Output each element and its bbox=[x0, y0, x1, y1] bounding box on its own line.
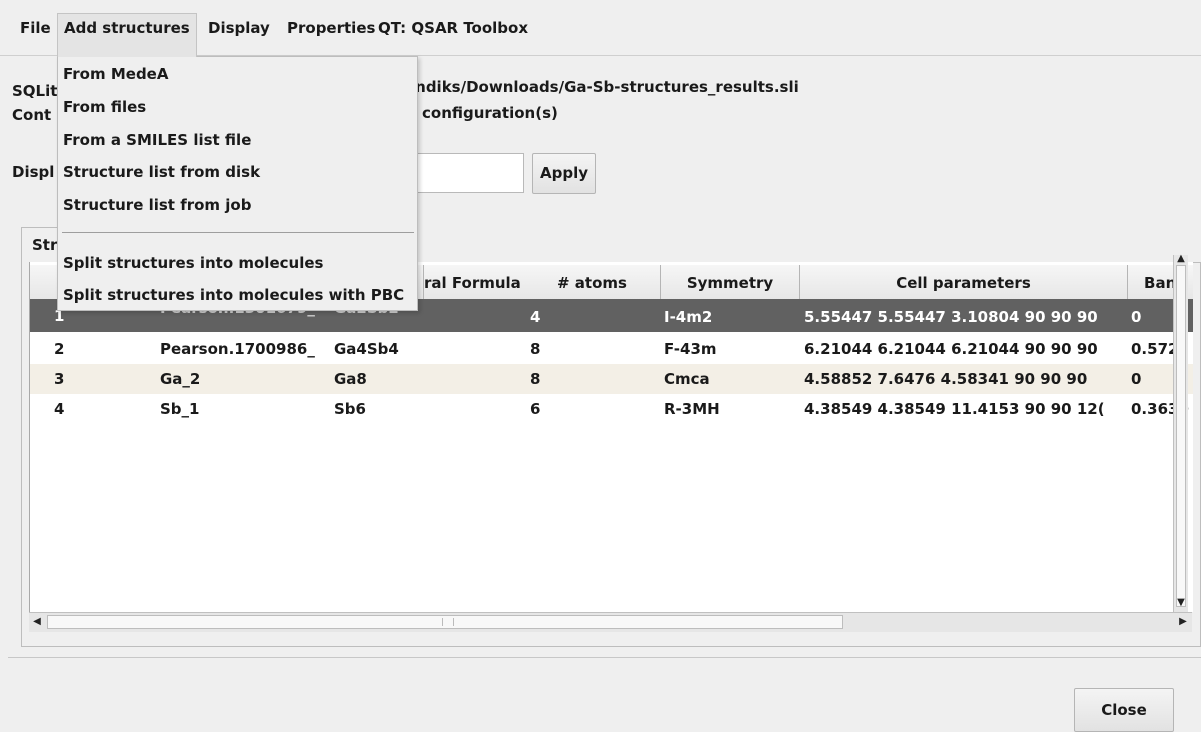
contains-label: Cont bbox=[12, 106, 52, 124]
db-path-label: SQLit bbox=[12, 82, 58, 100]
close-button[interactable]: Close bbox=[1074, 688, 1174, 732]
menu-item-from-files[interactable]: From files bbox=[63, 93, 146, 121]
cell-formula: Ga8 bbox=[334, 370, 367, 388]
cell-symmetry: Cmca bbox=[664, 370, 710, 388]
menu-item-structure-list-disk[interactable]: Structure list from disk bbox=[63, 158, 260, 186]
configuration-count: configuration(s) bbox=[422, 104, 558, 122]
cell-formula: Ga4Sb4 bbox=[334, 340, 399, 358]
cell-index: 4 bbox=[54, 400, 65, 418]
cell-symmetry: R-3MH bbox=[664, 400, 720, 418]
menu-item-structure-list-job[interactable]: Structure list from job bbox=[63, 191, 251, 219]
cell-cell-parameters: 5.55447 5.55447 3.10804 90 90 90 bbox=[804, 308, 1098, 326]
scroll-left-icon[interactable]: ◀ bbox=[30, 616, 44, 627]
scroll-right-icon[interactable]: ▶ bbox=[1176, 616, 1190, 627]
scroll-grip-icon bbox=[442, 618, 454, 626]
cell-atoms: 8 bbox=[530, 370, 541, 388]
cell-name: Pearson.1700986_ bbox=[160, 340, 315, 358]
menu-item-from-smiles-file[interactable]: From a SMILES list file bbox=[63, 126, 251, 154]
apply-button[interactable]: Apply bbox=[532, 153, 596, 194]
cell-cell-parameters: 4.38549 4.38549 11.4153 90 90 12( bbox=[804, 400, 1105, 418]
add-structures-dropdown: From MedeA From files From a SMILES list… bbox=[57, 56, 418, 311]
footer-divider bbox=[8, 657, 1201, 658]
cell-symmetry: I-4m2 bbox=[664, 308, 713, 326]
menu-add-structures[interactable]: Add structures bbox=[57, 13, 197, 57]
cell-cell-parameters: 6.21044 6.21044 6.21044 90 90 90 bbox=[804, 340, 1098, 358]
structures-table: ral Formula # atoms Symmetry Cell parame… bbox=[29, 262, 1193, 612]
menu-bar: File Add structures Display Properties Q… bbox=[0, 0, 1201, 57]
scroll-up-icon[interactable]: ▲ bbox=[1174, 253, 1188, 264]
cell-index: 2 bbox=[54, 340, 65, 358]
menu-qsar-toolbox[interactable]: QT: QSAR Toolbox bbox=[372, 14, 534, 42]
vertical-scroll-thumb[interactable] bbox=[1176, 265, 1186, 607]
column-header-atoms[interactable]: # atoms bbox=[524, 265, 661, 301]
menu-item-split-molecules[interactable]: Split structures into molecules bbox=[63, 249, 323, 277]
cell-atoms: 6 bbox=[530, 400, 541, 418]
scroll-down-icon[interactable]: ▼ bbox=[1174, 597, 1188, 608]
display-filter-label: Displ bbox=[12, 163, 55, 181]
column-header-cell-parameters[interactable]: Cell parameters bbox=[800, 265, 1128, 301]
menu-display[interactable]: Display bbox=[202, 14, 276, 42]
horizontal-scroll-thumb[interactable] bbox=[47, 615, 843, 629]
horizontal-scrollbar[interactable]: ◀ ▶ bbox=[29, 612, 1192, 632]
db-path-value: indiks/Downloads/Ga-Sb-structures_result… bbox=[410, 78, 799, 96]
cell-atoms: 4 bbox=[530, 308, 541, 326]
cell-symmetry: F-43m bbox=[664, 340, 717, 358]
display-filter-input[interactable] bbox=[416, 153, 524, 193]
cell-atoms: 8 bbox=[530, 340, 541, 358]
table-row[interactable]: 3 Ga_2 Ga8 8 Cmca 4.58852 7.6476 4.58341… bbox=[30, 364, 1193, 394]
cell-cell-parameters: 4.58852 7.6476 4.58341 90 90 90 bbox=[804, 370, 1088, 388]
menu-item-from-medea[interactable]: From MedeA bbox=[63, 60, 168, 88]
table-row[interactable]: 2 Pearson.1700986_ Ga4Sb4 8 F-43m 6.2104… bbox=[30, 334, 1193, 364]
cell-name: Ga_2 bbox=[160, 370, 201, 388]
menu-separator bbox=[62, 232, 414, 233]
menu-properties[interactable]: Properties bbox=[281, 14, 381, 42]
menu-item-split-molecules-pbc[interactable]: Split structures into molecules with PBC bbox=[63, 281, 404, 309]
vertical-scrollbar[interactable]: ▲ ▼ bbox=[1173, 253, 1188, 612]
table-row[interactable]: 4 Sb_1 Sb6 6 R-3MH 4.38549 4.38549 11.41… bbox=[30, 394, 1193, 424]
menu-file[interactable]: File bbox=[14, 14, 57, 42]
cell-formula: Sb6 bbox=[334, 400, 366, 418]
cell-name: Sb_1 bbox=[160, 400, 200, 418]
column-header-symmetry[interactable]: Symmetry bbox=[661, 265, 800, 301]
cell-index: 3 bbox=[54, 370, 65, 388]
